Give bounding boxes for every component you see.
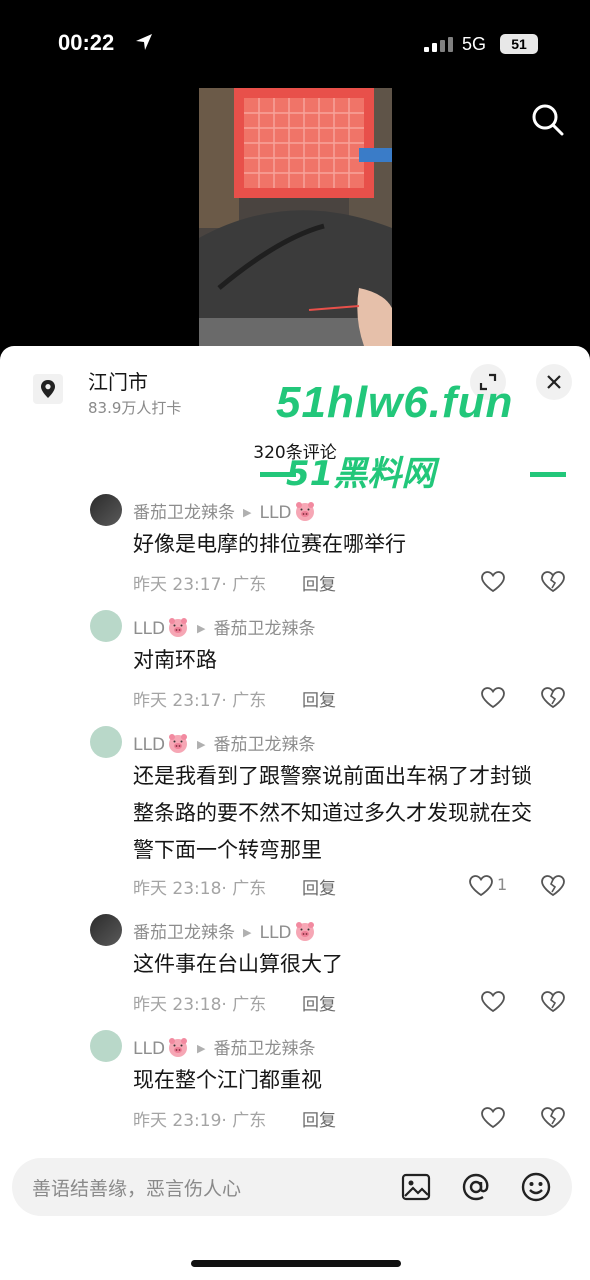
- close-icon: [547, 375, 561, 389]
- reply-to-user[interactable]: 番茄卫龙辣条: [214, 735, 316, 755]
- heart-icon[interactable]: [468, 874, 494, 898]
- comment-text-line: 还是我看到了跟警察说前面出车祸了才封锁: [133, 764, 532, 788]
- close-button[interactable]: [536, 364, 572, 400]
- avatar[interactable]: [90, 494, 122, 526]
- comment-author[interactable]: 番茄卫龙辣条: [133, 503, 235, 523]
- location-arrow-icon: [136, 34, 152, 50]
- avatar[interactable]: [90, 726, 122, 758]
- watermark-site-name: 51黑料网: [286, 454, 436, 494]
- comment-text-line: 整条路的要不然不知道过多久才发现就在交: [133, 801, 532, 825]
- comment-time: 昨天 23:17· 广东: [133, 691, 267, 711]
- comment-time: 昨天 23:18· 广东: [133, 995, 267, 1015]
- heart-icon[interactable]: [480, 1106, 506, 1130]
- avatar[interactable]: [90, 914, 122, 946]
- pig-emoji-icon: [295, 922, 314, 941]
- comment-author-line: LLD ▶ 番茄卫龙辣条: [133, 1034, 316, 1059]
- comment-time: 昨天 23:18· 广东: [133, 879, 267, 899]
- comment-time: 昨天 23:17· 广东: [133, 575, 267, 595]
- map-pin-icon: [41, 380, 55, 398]
- pig-emoji-icon: [169, 734, 188, 753]
- comment-input[interactable]: 善语结善缘，恶言伤人心: [12, 1158, 572, 1216]
- comment-author[interactable]: 番茄卫龙辣条: [133, 923, 235, 943]
- watermark-domain: 51hlw6.fun: [276, 378, 514, 427]
- comment-time: 昨天 23:19· 广东: [133, 1111, 267, 1131]
- reply-button[interactable]: 回复: [302, 990, 336, 1015]
- watermark-line-right: [530, 472, 566, 477]
- broken-heart-icon[interactable]: [540, 874, 566, 898]
- home-indicator[interactable]: [191, 1260, 401, 1267]
- avatar[interactable]: [90, 1030, 122, 1062]
- comment-text: 这件事在台山算很大了: [133, 952, 343, 976]
- location-pin-button[interactable]: [33, 374, 63, 404]
- comment-sheet: 江门市 83.9万人打卡 320条评论 51hlw6.fun 51黑料网 番茄卫…: [0, 346, 590, 1280]
- comment-text-line: 警下面一个转弯那里: [133, 838, 322, 862]
- status-time: 00:22: [58, 30, 115, 55]
- signal-icon: [424, 37, 453, 52]
- reply-to-user[interactable]: LLD: [259, 923, 291, 943]
- image-icon[interactable]: [400, 1171, 432, 1203]
- search-icon[interactable]: [530, 102, 566, 138]
- reply-button[interactable]: 回复: [302, 874, 336, 899]
- comment-author-line: LLD ▶ 番茄卫龙辣条: [133, 730, 316, 755]
- comment-text: 好像是电摩的排位赛在哪举行: [133, 532, 406, 556]
- pig-emoji-icon: [169, 1038, 188, 1057]
- reply-arrow-icon: ▶: [197, 738, 206, 751]
- comment-text: 对南环路: [133, 648, 217, 672]
- comment-input-placeholder: 善语结善缘，恶言伤人心: [32, 1178, 242, 1200]
- broken-heart-icon[interactable]: [540, 570, 566, 594]
- reply-to-user[interactable]: LLD: [259, 503, 291, 523]
- reply-arrow-icon: ▶: [243, 926, 252, 939]
- broken-heart-icon[interactable]: [540, 686, 566, 710]
- comment-author-line: 番茄卫龙辣条 ▶ LLD: [133, 918, 316, 943]
- location-checkin-count: 83.9万人打卡: [88, 399, 182, 417]
- avatar[interactable]: [90, 610, 122, 642]
- comment-author[interactable]: LLD: [133, 735, 165, 755]
- heart-icon[interactable]: [480, 570, 506, 594]
- reply-to-user[interactable]: 番茄卫龙辣条: [214, 619, 316, 639]
- reply-button[interactable]: 回复: [302, 1106, 336, 1131]
- broken-heart-icon[interactable]: [540, 990, 566, 1014]
- heart-icon[interactable]: [480, 686, 506, 710]
- at-icon[interactable]: [460, 1171, 492, 1203]
- pig-emoji-icon: [295, 502, 314, 521]
- comment-author-line: LLD ▶ 番茄卫龙辣条: [133, 614, 316, 639]
- comment-author[interactable]: LLD: [133, 1039, 165, 1059]
- reply-button[interactable]: 回复: [302, 570, 336, 595]
- status-bar: 00:22 5G 51: [0, 0, 590, 88]
- comment-text: 还是我看到了跟警察说前面出车祸了才封锁 整条路的要不然不知道过多久才发现就在交 …: [133, 758, 573, 869]
- like-count: 1: [497, 875, 508, 894]
- location-name[interactable]: 江门市: [88, 366, 148, 395]
- reply-arrow-icon: ▶: [243, 506, 252, 519]
- pig-emoji-icon: [169, 618, 188, 637]
- heart-icon[interactable]: [480, 990, 506, 1014]
- reply-arrow-icon: ▶: [197, 1042, 206, 1055]
- video-preview[interactable]: [199, 88, 392, 346]
- reply-button[interactable]: 回复: [302, 686, 336, 711]
- reply-arrow-icon: ▶: [197, 622, 206, 635]
- smiley-icon[interactable]: [520, 1171, 552, 1203]
- comment-text: 现在整个江门都重视: [133, 1068, 322, 1092]
- broken-heart-icon[interactable]: [540, 1106, 566, 1130]
- reply-to-user[interactable]: 番茄卫龙辣条: [214, 1039, 316, 1059]
- battery-indicator: 51: [500, 34, 538, 54]
- comment-author-line: 番茄卫龙辣条 ▶ LLD: [133, 498, 316, 523]
- comment-author[interactable]: LLD: [133, 619, 165, 639]
- network-type: 5G: [462, 34, 487, 54]
